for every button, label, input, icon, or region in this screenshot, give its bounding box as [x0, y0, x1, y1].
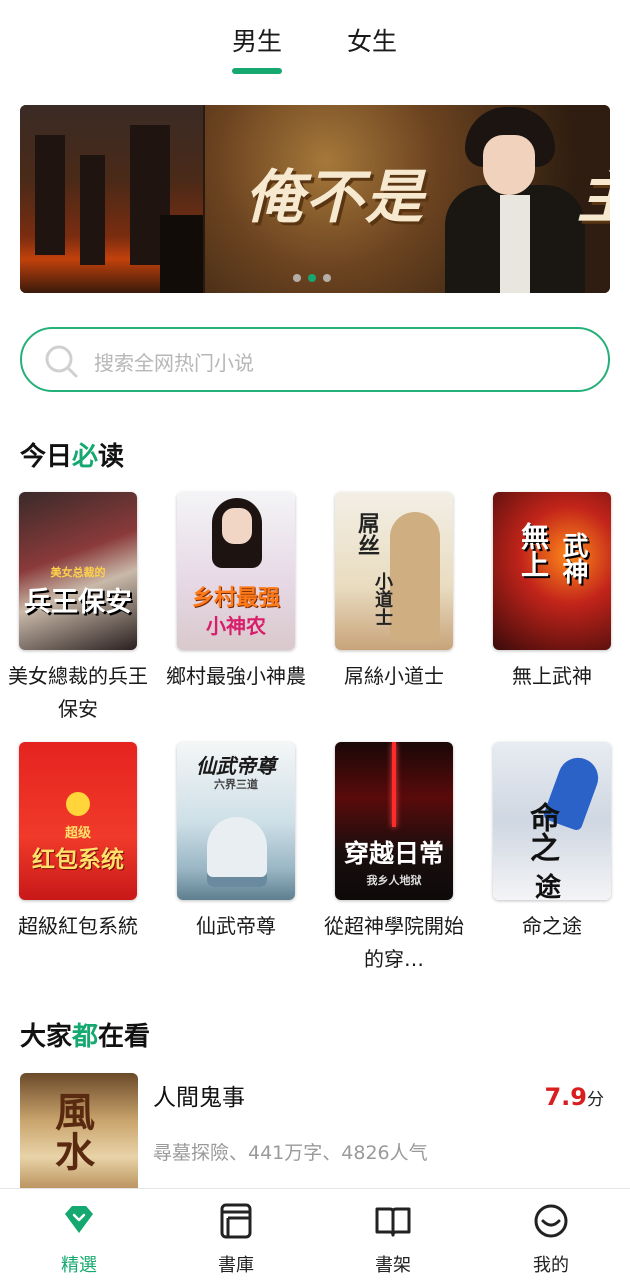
- nav-library[interactable]: 書庫: [181, 1201, 291, 1277]
- book-card[interactable]: 命之 途 命之途: [482, 742, 622, 976]
- nav-profile[interactable]: 我的: [496, 1201, 606, 1277]
- book-cover: 超级 红包系统: [19, 742, 137, 900]
- smiley-icon: [534, 1204, 568, 1238]
- banner-main-image: 俺不是 主: [205, 105, 610, 293]
- diamond-icon: [65, 1206, 93, 1233]
- search-icon: [45, 345, 78, 378]
- book-card[interactable]: 穿越日常 我乡人地狱 從超神學院開始的穿…: [324, 742, 464, 976]
- book-cover: 穿越日常 我乡人地狱: [335, 742, 453, 900]
- book-cover: 屌丝 小道士: [335, 492, 453, 650]
- list-item[interactable]: 風水 人間鬼事 尋墓探險、441万字、4826人气 7.9分: [20, 1073, 610, 1193]
- section-title-today: 今日必读: [20, 442, 125, 472]
- book-cover: 乡村最强 小神农: [177, 492, 295, 650]
- nav-featured[interactable]: 精選: [24, 1201, 134, 1277]
- banner-dot[interactable]: [323, 274, 331, 282]
- book-card[interactable]: 超级 红包系统 超級紅包系統: [8, 742, 148, 976]
- section-title-popular: 大家都在看: [20, 1022, 151, 1052]
- book-cover: 無上 武神: [493, 492, 611, 650]
- book-title: 無上武神: [512, 664, 592, 688]
- search-placeholder: 搜索全网热门小说: [94, 351, 254, 375]
- nav-label: 我的: [533, 1255, 569, 1276]
- book-title: 人間鬼事: [153, 1085, 245, 1111]
- banner-side-image: [20, 105, 203, 293]
- banner-title: 俺不是: [245, 163, 426, 231]
- gender-tabs: 男生 女生: [0, 0, 630, 90]
- bottom-nav: 精選 書庫 書架 我的: [0, 1188, 630, 1280]
- book-title: 命之途: [522, 914, 582, 938]
- book-cover: 風水: [20, 1073, 138, 1193]
- book-title: 美女總裁的兵王保安: [8, 664, 148, 721]
- tab-male[interactable]: 男生: [232, 22, 282, 58]
- banner-dot-active[interactable]: [308, 274, 316, 282]
- book-title: 鄉村最強小神農: [166, 664, 306, 688]
- book-card[interactable]: 美女总裁的 兵王保安 美女總裁的兵王保安: [8, 492, 148, 726]
- banner-pagination: [293, 274, 331, 282]
- search-input[interactable]: 搜索全网热门小说: [20, 327, 610, 392]
- book-score: 7.9分: [544, 1083, 604, 1111]
- book-title: 仙武帝尊: [196, 914, 276, 938]
- tab-active-indicator: [232, 68, 282, 74]
- book-card[interactable]: 仙武帝尊 六界三道 仙武帝尊: [166, 742, 306, 976]
- bookshelf-icon: [375, 1207, 411, 1237]
- nav-bookshelf[interactable]: 書架: [338, 1201, 448, 1277]
- book-card[interactable]: 乡村最强 小神农 鄉村最強小神農: [166, 492, 306, 726]
- nav-label: 書庫: [218, 1255, 254, 1276]
- nav-label: 書架: [375, 1255, 411, 1276]
- nav-label: 精選: [61, 1255, 97, 1276]
- book-title: 從超神學院開始的穿…: [324, 914, 464, 971]
- book-cover: 仙武帝尊 六界三道: [177, 742, 295, 900]
- banner-character: [445, 105, 585, 293]
- banner-title-tail: 主: [577, 150, 610, 234]
- book-meta: 尋墓探險、441万字、4826人气: [153, 1142, 428, 1164]
- tab-female[interactable]: 女生: [347, 22, 397, 58]
- promo-banner[interactable]: 俺不是 主: [20, 105, 610, 293]
- book-title: 超級紅包系統: [18, 914, 138, 938]
- book-cover: 美女总裁的 兵王保安: [19, 492, 137, 650]
- book-cover: 命之 途: [493, 742, 611, 900]
- library-icon: [220, 1203, 252, 1239]
- banner-dot[interactable]: [293, 274, 301, 282]
- book-card[interactable]: 屌丝 小道士 屌絲小道士: [324, 492, 464, 726]
- book-title: 屌絲小道士: [344, 664, 444, 688]
- book-card[interactable]: 無上 武神 無上武神: [482, 492, 622, 726]
